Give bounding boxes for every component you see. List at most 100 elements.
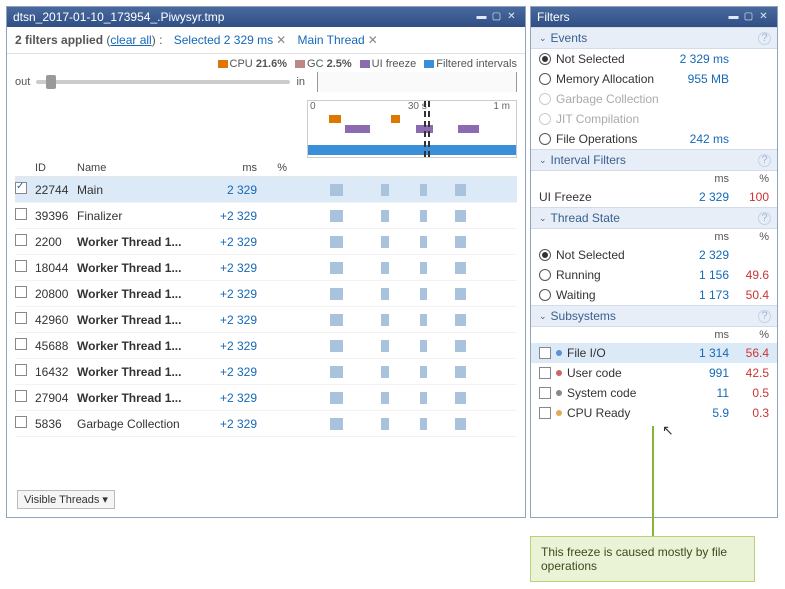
checkbox-icon[interactable] (15, 286, 27, 298)
checkbox-icon[interactable] (15, 234, 27, 246)
overview-timeline[interactable]: 0 30 s 1 m (307, 100, 517, 158)
close-icon[interactable]: ✕ (756, 10, 771, 25)
thread-row[interactable]: 45688Worker Thread 1...+2 329 (15, 333, 517, 359)
thread-activity-chart[interactable] (297, 286, 517, 302)
cursor-icon: ↖ (662, 422, 674, 439)
thread-row[interactable]: 20800Worker Thread 1...+2 329 (15, 281, 517, 307)
thread-activity-chart[interactable] (297, 390, 517, 406)
event-memory[interactable]: Memory Allocation955 MB (531, 69, 777, 89)
event-file-ops[interactable]: File Operations242 ms (531, 129, 777, 149)
col-name[interactable]: Name (77, 162, 207, 174)
mini-timeline[interactable] (317, 72, 517, 92)
thread-ms[interactable]: +2 329 (207, 417, 257, 431)
checkbox-icon[interactable] (15, 208, 27, 220)
filters-panel-header[interactable]: Filters ▬ ▢ ✕ (531, 7, 777, 27)
thread-ms[interactable]: +2 329 (207, 287, 257, 301)
thread-row[interactable]: 22744Main2 329 (15, 177, 517, 203)
thread-ms[interactable]: +2 329 (207, 209, 257, 223)
subsystem-row[interactable]: File I/O1 31456.4 (531, 343, 777, 363)
radio-icon[interactable] (539, 269, 551, 281)
thread-row[interactable]: 16432Worker Thread 1...+2 329 (15, 359, 517, 385)
thread-activity-chart[interactable] (297, 208, 517, 224)
thread-activity-chart[interactable] (297, 182, 517, 198)
zoom-row: out in (7, 70, 525, 98)
thread-ms[interactable]: +2 329 (207, 365, 257, 379)
minimize-icon[interactable]: ▬ (474, 10, 489, 25)
thread-activity-chart[interactable] (297, 338, 517, 354)
radio-icon[interactable] (539, 53, 551, 65)
help-icon[interactable]: ? (758, 212, 771, 225)
radio-icon[interactable] (539, 133, 551, 145)
events-section-header[interactable]: ⌄Events? (531, 27, 777, 49)
radio-icon[interactable] (539, 249, 551, 261)
filter-pill-thread[interactable]: Main Thread✕ (298, 33, 378, 47)
checkbox-icon[interactable] (539, 387, 551, 399)
checkbox-icon[interactable] (15, 312, 27, 324)
state-not-selected[interactable]: Not Selected2 329 (531, 245, 777, 265)
clear-all-link[interactable]: clear all (110, 33, 151, 47)
thread-ms[interactable]: +2 329 (207, 313, 257, 327)
filter-pill-selected[interactable]: Selected 2 329 ms✕ (174, 33, 286, 47)
thread-row[interactable]: 42960Worker Thread 1...+2 329 (15, 307, 517, 333)
thread-activity-chart[interactable] (297, 364, 517, 380)
remove-filter-icon[interactable]: ✕ (368, 33, 378, 47)
thread-row[interactable]: 5836Garbage Collection+2 329 (15, 411, 517, 437)
radio-icon[interactable] (539, 289, 551, 301)
thread-activity-chart[interactable] (297, 260, 517, 276)
remove-filter-icon[interactable]: ✕ (276, 33, 286, 47)
subsystems-section-header[interactable]: ⌄Subsystems? (531, 305, 777, 327)
interval-ui-freeze[interactable]: UI Freeze2 329100 (531, 187, 777, 207)
thread-ms[interactable]: 2 329 (207, 183, 257, 197)
subsystem-pct: 56.4 (729, 346, 769, 360)
thread-ms[interactable]: +2 329 (207, 235, 257, 249)
thread-row[interactable]: 39396Finalizer+2 329 (15, 203, 517, 229)
thread-id: 18044 (35, 261, 77, 275)
thread-ms[interactable]: +2 329 (207, 391, 257, 405)
visible-threads-dropdown[interactable]: Visible Threads▾ (17, 490, 115, 509)
chevron-down-icon: ▾ (102, 493, 108, 506)
thread-row[interactable]: 27904Worker Thread 1...+2 329 (15, 385, 517, 411)
maximize-icon[interactable]: ▢ (741, 10, 756, 25)
subsystem-row[interactable]: System code110.5 (531, 383, 777, 403)
thread-activity-chart[interactable] (297, 416, 517, 432)
state-waiting[interactable]: Waiting1 17350.4 (531, 285, 777, 305)
thread-ms[interactable]: +2 329 (207, 261, 257, 275)
thread-id: 2200 (35, 235, 77, 249)
thread-id: 16432 (35, 365, 77, 379)
checkbox-icon[interactable] (15, 364, 27, 376)
interval-section-header[interactable]: ⌄Interval Filters? (531, 149, 777, 171)
checkbox-icon[interactable] (15, 416, 27, 428)
threadstate-section-header[interactable]: ⌄Thread State? (531, 207, 777, 229)
timeline-panel-header[interactable]: dtsn_2017-01-10_173954_.Piwysyr.tmp ▬ ▢ … (7, 7, 525, 27)
zoom-thumb[interactable] (46, 75, 56, 89)
event-not-selected[interactable]: Not Selected2 329 ms (531, 49, 777, 69)
col-pct[interactable]: % (257, 162, 287, 174)
checkbox-icon[interactable] (15, 390, 27, 402)
col-id[interactable]: ID (35, 162, 77, 174)
time-cursor[interactable] (424, 101, 430, 157)
help-icon[interactable]: ? (758, 32, 771, 45)
thread-activity-chart[interactable] (297, 234, 517, 250)
subsystem-pct: 0.3 (729, 406, 769, 420)
help-icon[interactable]: ? (758, 310, 771, 323)
thread-activity-chart[interactable] (297, 312, 517, 328)
help-icon[interactable]: ? (758, 154, 771, 167)
checkbox-icon[interactable] (539, 367, 551, 379)
radio-icon[interactable] (539, 73, 551, 85)
col-ms[interactable]: ms (207, 162, 257, 174)
maximize-icon[interactable]: ▢ (489, 10, 504, 25)
checkbox-icon[interactable] (15, 182, 27, 194)
checkbox-icon[interactable] (15, 338, 27, 350)
thread-row[interactable]: 18044Worker Thread 1...+2 329 (15, 255, 517, 281)
subsystem-row[interactable]: User code99142.5 (531, 363, 777, 383)
state-running[interactable]: Running1 15649.6 (531, 265, 777, 285)
thread-ms[interactable]: +2 329 (207, 339, 257, 353)
checkbox-icon[interactable] (539, 347, 551, 359)
subsystem-row[interactable]: CPU Ready5.90.3 (531, 403, 777, 423)
checkbox-icon[interactable] (539, 407, 551, 419)
close-icon[interactable]: ✕ (504, 10, 519, 25)
zoom-slider[interactable] (36, 80, 290, 84)
checkbox-icon[interactable] (15, 260, 27, 272)
thread-row[interactable]: 2200Worker Thread 1...+2 329 (15, 229, 517, 255)
minimize-icon[interactable]: ▬ (726, 10, 741, 25)
